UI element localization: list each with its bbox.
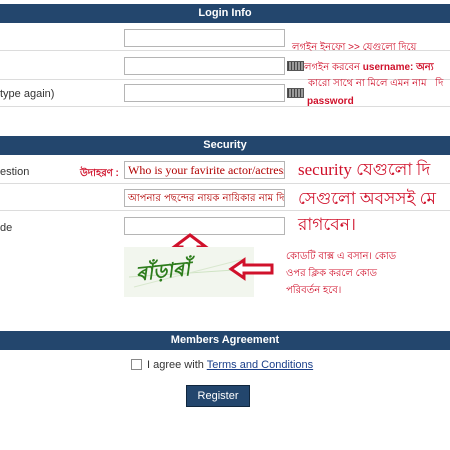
left-arrow-icon (228, 257, 274, 281)
keyboard-icon[interactable] (287, 88, 304, 98)
login-note-line1: লগইন ইনফো >> যেগুলো দিয়ে (292, 42, 417, 53)
security-code-label: de (0, 222, 13, 234)
row-divider (0, 106, 450, 107)
code-note-line3: পরিবর্তন হবে। (286, 285, 342, 296)
login-note-line2a: লগইন করবেন (304, 62, 361, 73)
security-note-line3: রাগবেন। (298, 215, 356, 234)
code-note-line1: কোডটি বাক্স এ বসান। কোড (286, 251, 397, 262)
security-question-input[interactable]: Who is your favirite actor/actress (124, 161, 285, 179)
login-note-line2b: username: অন্য (362, 62, 434, 73)
agree-checkbox[interactable] (131, 359, 142, 370)
security-answer-input[interactable]: আপনার পছন্দের নায়ক নায়িকার নাম দিন (124, 189, 285, 207)
keyboard-icon[interactable] (287, 61, 304, 71)
terms-link[interactable]: Terms and Conditions (207, 359, 313, 371)
security-header: Security (0, 136, 450, 155)
password-confirm-label: type again) (0, 88, 55, 100)
login-note-line2: লগইন করবেন username: অন্য (304, 60, 434, 77)
captcha-text: ৰাঁড়াৰাঁ (134, 256, 192, 286)
login-info-header: Login Info (0, 4, 450, 23)
example-label: উদাহরণ : (80, 168, 119, 179)
members-agreement-header: Members Agreement (0, 331, 450, 350)
username-input[interactable] (124, 57, 285, 75)
login-note-line3-tail: দি (435, 78, 444, 89)
login-note-line3: কারো সাথে না মিলে এমন নাম দি (308, 76, 443, 93)
security-note-line1: security যেগুলো দি (298, 160, 431, 179)
login-note-line4: password (307, 96, 354, 107)
agree-text: I agree with Terms and Conditions (147, 359, 313, 371)
security-question-label: estion (0, 166, 30, 178)
login-note-line3-text: কারো সাথে না মিলে এমন নাম (308, 78, 427, 89)
code-note-line2: ওপর ক্লিক করলে কোড (286, 268, 377, 279)
agree-prefix: I agree with (147, 359, 204, 371)
register-button[interactable]: Register (186, 385, 250, 407)
login-name-input[interactable] (124, 29, 285, 47)
password-confirm-input[interactable] (124, 84, 285, 102)
security-note-line2: সেগুলো অবসসই মে (298, 189, 436, 208)
